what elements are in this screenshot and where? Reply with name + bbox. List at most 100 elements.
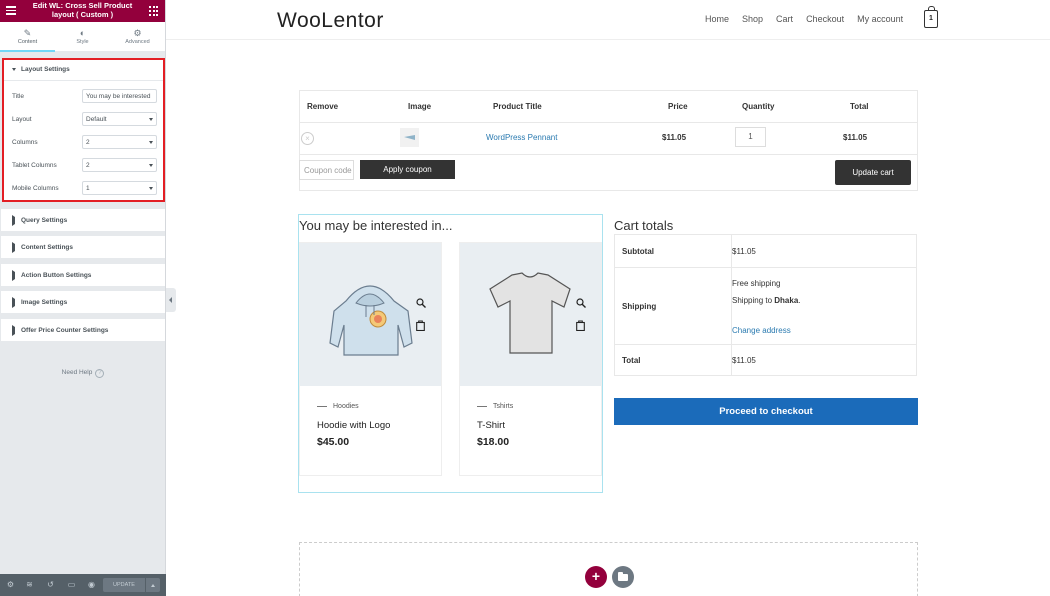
add-to-cart-bag-icon[interactable]: [416, 320, 425, 331]
product-name[interactable]: Hoodie with Logo: [317, 420, 390, 431]
columns-control-label: Columns: [12, 139, 38, 146]
section-action-button-settings[interactable]: Action Button Settings: [1, 264, 165, 286]
add-section-plus-icon[interactable]: +: [585, 566, 607, 588]
layout-settings-header[interactable]: Layout Settings: [4, 60, 163, 80]
shipping-to-prefix: Shipping to: [732, 296, 775, 305]
pencil-icon: ✎: [23, 28, 32, 38]
chevron-down-icon: [149, 187, 153, 190]
tab-advanced[interactable]: ⚙ Advanced: [110, 22, 165, 51]
divider: [731, 235, 732, 375]
caret-down-icon: [12, 67, 16, 71]
tshirt-image[interactable]: [460, 243, 601, 386]
header-image: Image: [408, 102, 432, 111]
template-library-folder-icon[interactable]: [612, 566, 634, 588]
layout-select[interactable]: Default: [82, 112, 157, 126]
layout-settings-title: Layout Settings: [21, 66, 70, 73]
product-category[interactable]: Tshirts: [477, 403, 513, 410]
panel-collapse-button[interactable]: [166, 288, 176, 312]
columns-select-value: 2: [86, 139, 90, 146]
site-logo[interactable]: WooLentor: [277, 9, 384, 33]
caret-right-icon: [12, 297, 15, 308]
caret-right-icon: [12, 242, 15, 253]
mobile-columns-control-label: Mobile Columns: [12, 185, 59, 192]
product-card[interactable]: Hoodies Hoodie with Logo $45.00: [299, 242, 442, 476]
nav-checkout[interactable]: Checkout: [806, 14, 844, 24]
settings-icon[interactable]: ⚙: [6, 580, 15, 589]
hoodie-image[interactable]: [300, 243, 441, 386]
cart-bag-icon[interactable]: 1: [924, 6, 938, 28]
product-price: $18.00: [477, 436, 510, 448]
title-input[interactable]: You may be interested: [82, 89, 157, 103]
add-section-dropzone[interactable]: [299, 542, 918, 596]
product-category[interactable]: Hoodies: [317, 403, 359, 410]
product-card[interactable]: Tshirts T-Shirt $18.00: [459, 242, 602, 476]
cross-sell-title: You may be interested in...: [299, 218, 453, 233]
divider: [615, 267, 916, 268]
responsive-icon[interactable]: ▭: [67, 580, 76, 589]
shipping-label: Shipping: [622, 302, 657, 311]
menu-icon[interactable]: [6, 6, 16, 17]
mobile-columns-select-value: 1: [86, 185, 90, 192]
change-address-link[interactable]: Change address: [732, 326, 791, 335]
coupon-input[interactable]: Coupon code: [299, 160, 354, 180]
product-thumbnail[interactable]: [400, 128, 419, 147]
proceed-to-checkout-button[interactable]: Proceed to checkout: [614, 398, 918, 425]
preview-eye-icon[interactable]: ◉: [87, 580, 96, 589]
total-value: $11.05: [732, 356, 756, 365]
update-cart-button[interactable]: Update cart: [835, 160, 911, 185]
panel-footer: ⚙ ≋ ↺ ▭ ◉ UPDATE: [0, 574, 166, 596]
tablet-columns-select[interactable]: 2: [82, 158, 157, 172]
need-help-link[interactable]: Need Help?: [0, 369, 166, 378]
add-to-cart-bag-icon[interactable]: [576, 320, 585, 331]
section-label: Offer Price Counter Settings: [21, 327, 109, 334]
divider: [615, 344, 916, 345]
header-total: Total: [850, 102, 869, 111]
divider: [4, 80, 163, 81]
cart-totals-title: Cart totals: [614, 218, 674, 233]
tab-style[interactable]: ◐ Style: [55, 22, 110, 51]
nav-home[interactable]: Home: [705, 14, 729, 24]
divider: [300, 122, 917, 123]
product-title-link[interactable]: WordPress Pennant: [486, 133, 557, 142]
history-icon[interactable]: ↺: [46, 580, 55, 589]
quick-view-search-icon[interactable]: [416, 298, 426, 308]
section-query-settings[interactable]: Query Settings: [1, 209, 165, 231]
widgets-grid-icon[interactable]: [149, 6, 159, 16]
tablet-columns-select-value: 2: [86, 162, 90, 169]
tab-content[interactable]: ✎ Content: [0, 22, 55, 52]
title-control-label: Title: [12, 93, 25, 100]
section-label: Action Button Settings: [21, 272, 92, 279]
contrast-icon: ◐: [79, 28, 86, 38]
subtotal-value: $11.05: [732, 247, 756, 256]
section-content-settings[interactable]: Content Settings: [1, 236, 165, 258]
columns-select[interactable]: 2: [82, 135, 157, 149]
gear-icon: ⚙: [133, 28, 142, 38]
nav-shop[interactable]: Shop: [742, 14, 763, 24]
section-image-settings[interactable]: Image Settings: [1, 291, 165, 313]
header-price: Price: [668, 102, 688, 111]
panel-header: Edit WL: Cross Sell Product layout ( Cus…: [0, 0, 165, 22]
caret-right-icon: [12, 270, 15, 281]
nav-cart[interactable]: Cart: [776, 14, 793, 24]
quick-view-search-icon[interactable]: [576, 298, 586, 308]
header-remove: Remove: [307, 102, 339, 111]
update-button[interactable]: UPDATE: [103, 578, 145, 592]
section-label: Query Settings: [21, 217, 68, 224]
nav-my-account[interactable]: My account: [857, 14, 903, 24]
section-offer-price-counter-settings[interactable]: Offer Price Counter Settings: [1, 319, 165, 341]
remove-item-icon[interactable]: ×: [301, 132, 314, 145]
layers-icon[interactable]: ≋: [25, 580, 34, 589]
quantity-input[interactable]: 1: [735, 127, 766, 147]
apply-coupon-button[interactable]: Apply coupon: [360, 160, 455, 179]
tab-style-label: Style: [76, 39, 89, 45]
update-options-button[interactable]: [146, 578, 160, 592]
layout-settings-section: Layout Settings Title You may be interes…: [2, 58, 165, 202]
tablet-columns-control-label: Tablet Columns: [12, 162, 57, 169]
tab-advanced-label: Advanced: [125, 39, 150, 45]
shipping-method: Free shipping: [732, 279, 781, 288]
product-name[interactable]: T-Shirt: [477, 420, 505, 431]
mobile-columns-select[interactable]: 1: [82, 181, 157, 195]
header-product-title: Product Title: [493, 102, 542, 111]
total-label: Total: [622, 356, 641, 365]
layout-select-value: Default: [86, 116, 107, 123]
